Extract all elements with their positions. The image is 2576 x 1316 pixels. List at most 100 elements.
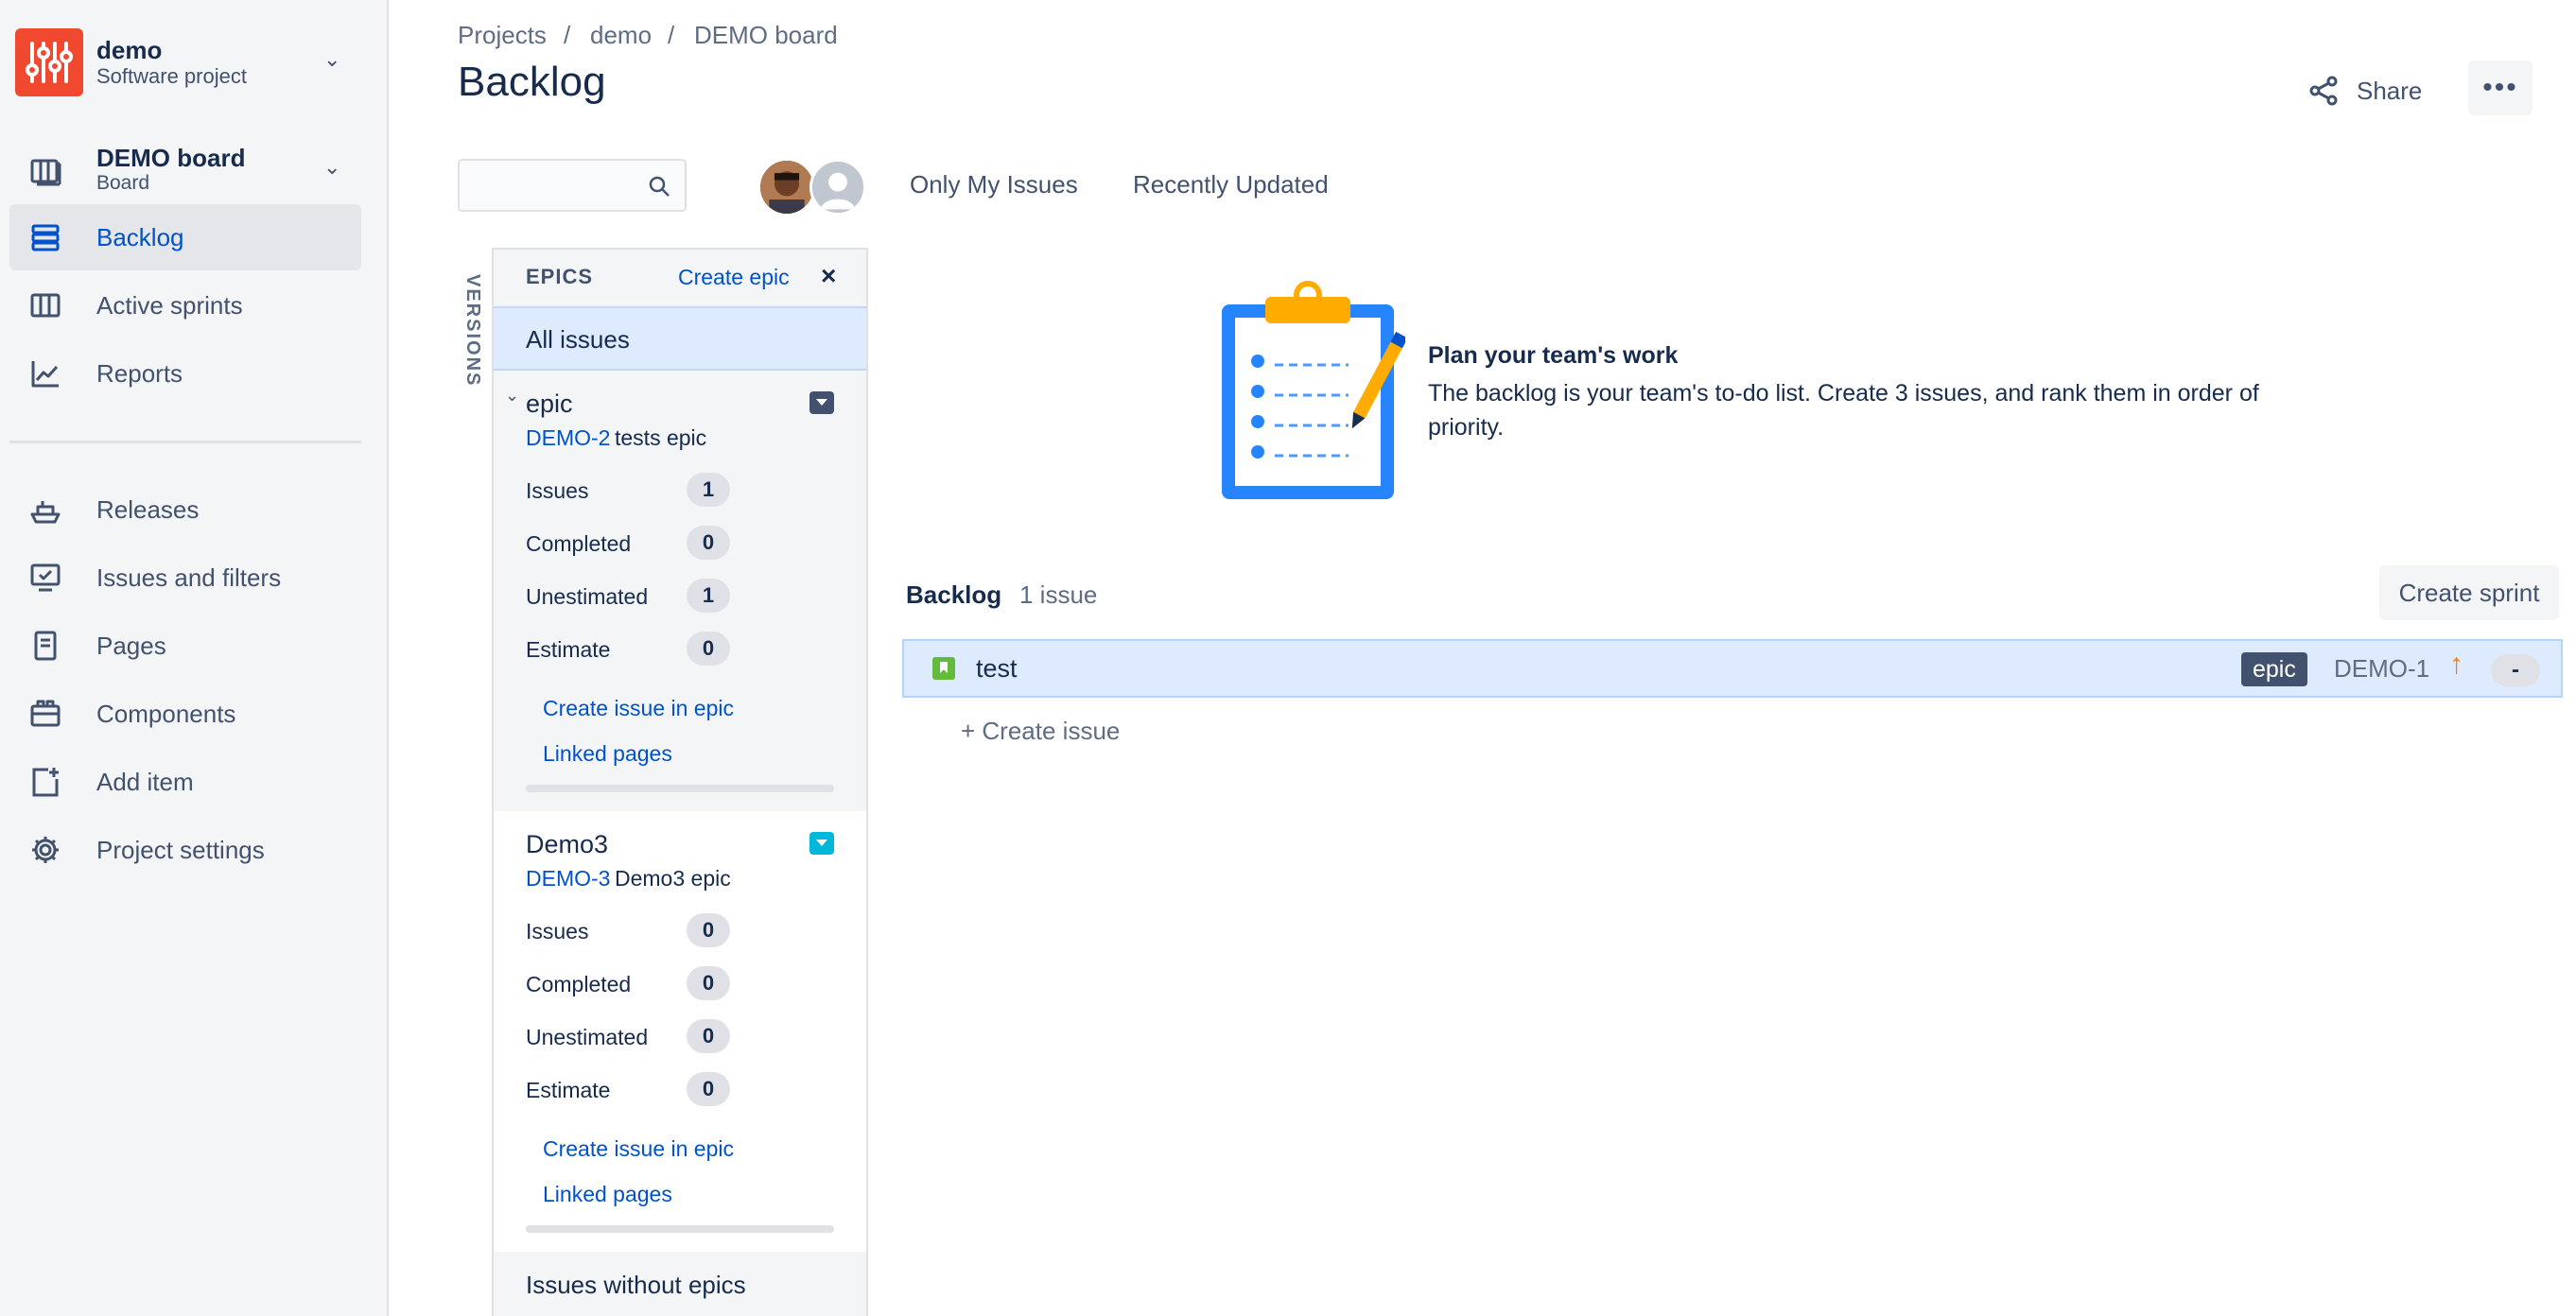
sidebar-item-label: Project settings — [96, 835, 265, 864]
backlog-icon — [28, 220, 62, 254]
story-icon — [932, 657, 955, 680]
linked-pages-link[interactable]: Linked pages — [543, 1182, 672, 1207]
avatar[interactable] — [758, 159, 815, 216]
issue-key[interactable]: DEMO-1 — [2334, 654, 2429, 684]
all-issues-label: All issues — [526, 325, 630, 354]
versions-tab[interactable]: VERSIONS — [461, 274, 483, 387]
quick-filter-recently-updated[interactable]: Recently Updated — [1133, 170, 1329, 199]
backlog-title: Backlog — [906, 580, 1002, 609]
share-label: Share — [2357, 76, 2423, 105]
epic-key-link[interactable]: DEMO-3 — [526, 866, 610, 892]
quick-filter-only-my-issues[interactable]: Only My Issues — [910, 170, 1078, 199]
sidebar-item-add-item[interactable]: Add item — [9, 749, 361, 815]
search-input[interactable] — [458, 159, 687, 212]
stat-label: Issues — [526, 478, 589, 503]
columns-icon — [28, 288, 62, 322]
epic-name: epic — [526, 390, 573, 418]
stat-label: Completed — [526, 972, 632, 996]
more-actions-button[interactable]: ••• — [2468, 61, 2532, 115]
sidebar-item-label: Components — [96, 699, 236, 728]
epic-dropdown-icon[interactable] — [809, 832, 834, 855]
close-icon[interactable]: × — [821, 261, 836, 291]
create-issue-in-epic-link[interactable]: Create issue in epic — [543, 696, 734, 721]
sidebar-item-active-sprints[interactable]: Active sprints — [9, 272, 361, 338]
sidebar-item-reports[interactable]: Reports — [9, 340, 361, 407]
sliders-icon — [26, 42, 73, 83]
epic-key-link[interactable]: DEMO-2 — [526, 425, 610, 451]
breadcrumb-project[interactable]: demo — [590, 21, 652, 50]
epic-card[interactable]: Demo3 DEMO-3 Demo3 epic Issues 0 Complet… — [494, 811, 866, 1252]
sidebar-item-label: Active sprints — [96, 290, 243, 320]
chevron-down-icon[interactable]: ⌄ — [323, 155, 340, 180]
gear-icon — [28, 833, 62, 867]
breadcrumb-separator: / — [564, 21, 571, 49]
epic-card[interactable]: ⌄ epic DEMO-2 tests epic Issues 1 Comple… — [494, 371, 866, 811]
project-name[interactable]: demo — [96, 36, 162, 65]
page-title: Backlog — [458, 59, 606, 105]
add-page-icon — [28, 765, 62, 799]
stat-value: 0 — [687, 913, 730, 947]
stat-label: Unestimated — [526, 584, 649, 609]
breadcrumb-separator: / — [668, 21, 675, 49]
epic-progress-bar — [526, 785, 834, 792]
create-sprint-button[interactable]: Create sprint — [2379, 565, 2559, 620]
epic-description: tests epic — [615, 425, 707, 450]
stat-value: 0 — [687, 1019, 730, 1053]
sidebar-item-label: Backlog — [96, 222, 184, 251]
stat-label: Issues — [526, 919, 589, 944]
sidebar-item-backlog[interactable]: Backlog — [9, 204, 361, 270]
epics-panel: EPICS Create epic × All issues ⌄ epic DE… — [492, 248, 868, 1316]
issues-without-epics-item[interactable]: Issues without epics — [526, 1271, 746, 1300]
sidebar-item-releases[interactable]: Releases — [9, 476, 361, 543]
all-issues-item[interactable]: All issues — [494, 306, 866, 371]
sidebar-item-label: Issues and filters — [96, 563, 282, 592]
board-type: Board — [96, 172, 150, 194]
epic-lozenge[interactable]: epic — [2241, 652, 2307, 686]
sidebar-item-pages[interactable]: Pages — [9, 613, 361, 679]
stat-label: Estimate — [526, 1078, 611, 1102]
linked-pages-link[interactable]: Linked pages — [543, 741, 672, 767]
chevron-down-icon[interactable]: ⌄ — [505, 386, 519, 406]
project-logo[interactable] — [15, 28, 83, 96]
epic-dropdown-icon[interactable] — [809, 391, 834, 414]
stat-label: Unestimated — [526, 1025, 649, 1049]
project-type: Software project — [96, 64, 247, 88]
share-icon — [2309, 76, 2338, 106]
sidebar-item-components[interactable]: Components — [9, 681, 361, 747]
clipboard-illustration-icon — [1222, 281, 1405, 499]
sidebar-divider — [9, 441, 361, 443]
create-issue-button[interactable]: + Create issue — [961, 717, 1120, 746]
estimate-badge: - — [2491, 654, 2540, 686]
epics-heading: EPICS — [526, 265, 594, 288]
monitor-check-icon — [28, 561, 62, 595]
create-issue-in-epic-link[interactable]: Create issue in epic — [543, 1136, 734, 1162]
stat-label: Estimate — [526, 637, 611, 662]
stat-value: 0 — [687, 526, 730, 560]
backlog-issue-count: 1 issue — [1019, 580, 1098, 609]
sidebar-item-label: Add item — [96, 767, 194, 796]
issue-row[interactable]: test epic DEMO-1 ↑ - — [902, 639, 2563, 698]
breadcrumb-projects[interactable]: Projects — [458, 21, 547, 50]
sidebar-item-label: Reports — [96, 358, 183, 388]
stat-value: 0 — [687, 632, 730, 666]
stat-label: Completed — [526, 531, 632, 556]
board-name[interactable]: DEMO board — [96, 144, 245, 173]
page-icon — [28, 629, 62, 663]
sidebar-item-project-settings[interactable]: Project settings — [9, 817, 361, 883]
epic-name: Demo3 — [526, 830, 609, 858]
issue-summary: test — [976, 654, 1018, 683]
share-button[interactable]: Share — [2307, 62, 2422, 119]
priority-high-icon: ↑ — [2449, 649, 2463, 680]
stat-value: 1 — [687, 473, 730, 507]
user-photo-icon — [760, 161, 813, 214]
epic-description: Demo3 epic — [615, 866, 731, 891]
create-epic-link[interactable]: Create epic — [678, 265, 790, 290]
chevron-down-icon[interactable]: ⌄ — [323, 47, 340, 72]
avatar[interactable] — [809, 159, 866, 216]
sidebar-item-label: Releases — [96, 494, 200, 524]
ship-icon — [28, 493, 62, 527]
epic-progress-bar — [526, 1225, 834, 1233]
sidebar-item-issues-filters[interactable]: Issues and filters — [9, 545, 361, 611]
breadcrumb-board[interactable]: DEMO board — [694, 21, 838, 50]
sidebar-item-label: Pages — [96, 631, 166, 660]
